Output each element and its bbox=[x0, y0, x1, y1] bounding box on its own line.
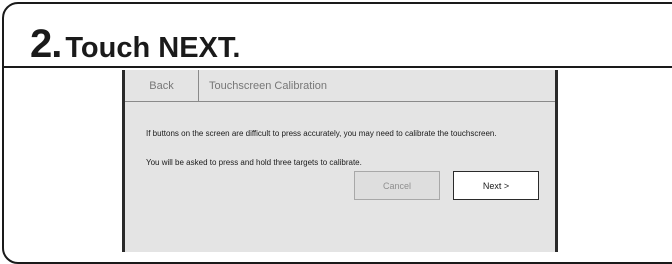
back-button[interactable]: Back bbox=[125, 69, 199, 102]
next-button[interactable]: Next > bbox=[453, 171, 539, 200]
step-instruction: Touch NEXT. bbox=[65, 32, 241, 64]
calibration-message-2: You will be asked to press and hold thre… bbox=[146, 158, 362, 167]
step-header: 2. Touch NEXT. bbox=[4, 4, 672, 68]
calibration-message-1: If buttons on the screen are difficult t… bbox=[146, 129, 497, 138]
cancel-button[interactable]: Cancel bbox=[354, 171, 440, 200]
dialog-title: Touchscreen Calibration bbox=[209, 79, 328, 92]
step-number: 2. bbox=[30, 22, 62, 66]
touchscreen-calibration-dialog: Back Touchscreen Calibration If buttons … bbox=[122, 69, 558, 252]
dialog-titlebar: Back Touchscreen Calibration bbox=[125, 69, 555, 102]
step-title: 2. Touch NEXT. bbox=[30, 24, 240, 64]
